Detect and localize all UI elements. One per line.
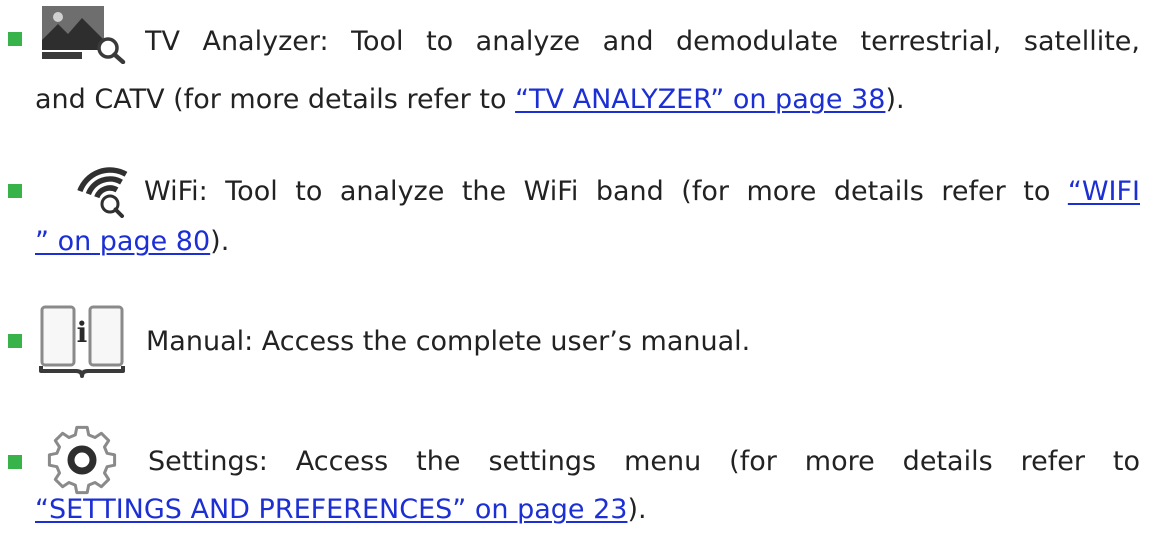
- wifi-description: WiFi: Tool to analyze the WiFi band (for…: [144, 176, 1068, 207]
- item-description-line: “SETTINGS AND PREFERENCES” on page 23).: [35, 490, 1135, 530]
- closing-punctuation: ).: [210, 226, 230, 257]
- settings-description: Settings: Access the settings menu (for …: [148, 446, 1140, 477]
- wifi-analyzer-icon: [77, 167, 128, 218]
- wifi-reference-link-part2[interactable]: ” on page 80: [35, 226, 210, 257]
- tv-analyzer-description: TV Analyzer: Tool to analyze and demodul…: [145, 26, 1140, 57]
- magnifier-handle: [112, 52, 126, 64]
- bullet-marker: [8, 184, 22, 198]
- bullet-marker: [8, 334, 22, 348]
- item-description-line: TV Analyzer: Tool to analyze and demodul…: [145, 22, 1140, 62]
- tv-analyzer-description-cont: and CATV (for more details refer to: [35, 84, 516, 115]
- magnifier-handle: [113, 207, 124, 218]
- stand-bar: [42, 52, 82, 59]
- info-glyph: i: [77, 316, 88, 349]
- bullet-marker: [8, 32, 22, 46]
- sun-shape: [53, 12, 63, 22]
- item-description-line: ” on page 80).: [35, 222, 1135, 262]
- gear-center: [67, 445, 97, 475]
- book-left-page: [40, 305, 76, 367]
- tv-analyzer-reference-link[interactable]: “TV ANALYZER” on page 38: [515, 84, 885, 115]
- manual-description: Manual: Access the complete user’s manua…: [146, 326, 751, 357]
- item-description-line: WiFi: Tool to analyze the WiFi band (for…: [144, 172, 1140, 212]
- item-description-line: Manual: Access the complete user’s manua…: [146, 322, 1106, 362]
- bullet-marker: [8, 455, 22, 469]
- document-page: TV Analyzer: Tool to analyze and demodul…: [0, 0, 1149, 555]
- book-right-page: [88, 305, 124, 367]
- manual-book-icon: i: [39, 305, 125, 378]
- gear-outline: [47, 425, 117, 495]
- wifi-reference-link-part1[interactable]: “WIFI: [1068, 176, 1140, 207]
- settings-gear-icon: [47, 425, 117, 495]
- item-description-line: and CATV (for more details refer to “TV …: [35, 80, 1135, 120]
- item-description-line: Settings: Access the settings menu (for …: [148, 442, 1140, 482]
- tv-analyzer-icon: [42, 6, 126, 64]
- closing-punctuation: ).: [627, 494, 647, 525]
- settings-reference-link[interactable]: “SETTINGS AND PREFERENCES” on page 23: [35, 494, 627, 525]
- closing-punctuation: ).: [885, 84, 905, 115]
- book-cover: [39, 366, 125, 378]
